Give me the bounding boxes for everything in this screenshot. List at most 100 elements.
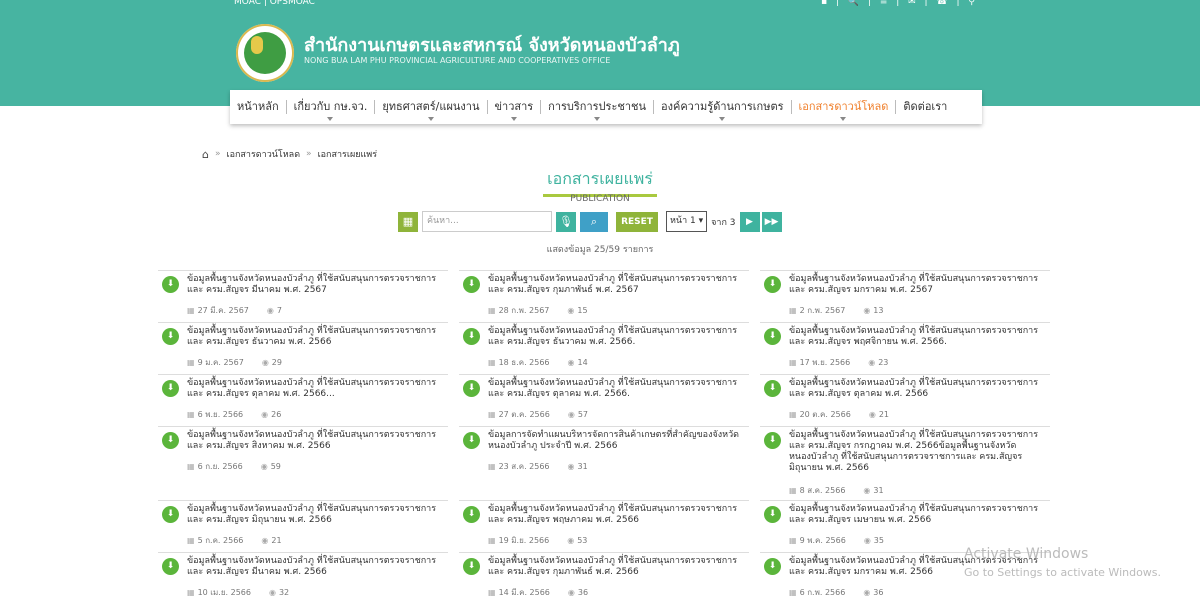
document-date: 14 มี.ค. 2566 [498,588,550,597]
page-title: เอกสารเผยแพร่ [543,167,657,197]
download-icon[interactable]: ⬇ [463,276,480,293]
document-title[interactable]: ข้อมูลพื้นฐานจังหวัดหนองบัวลำภู ที่ใช้สน… [187,504,439,526]
nav-item-label: ข่าวสาร [494,100,534,113]
nav-item[interactable]: ยุทธศาสตร์/แผนงาน [375,100,488,121]
result-count: แสดงข้อมูล 25/59 รายการ [546,245,654,255]
calendar-icon[interactable]: ▦ [398,211,418,232]
document-item[interactable]: ⬇ ข้อมูลพื้นฐานจังหวัดหนองบัวลำภู ที่ใช้ส… [459,552,749,602]
document-title[interactable]: ข้อมูลพื้นฐานจังหวัดหนองบัวลำภู ที่ใช้สน… [789,504,1041,526]
nav-item-label: ยุทธศาสตร์/แผนงาน [382,100,480,113]
document-title[interactable]: ข้อมูลการจัดทำแผนบริหารจัดการสินค้าเกษตร… [488,430,740,452]
nav-item[interactable]: ข่าวสาร [488,100,542,121]
download-icon[interactable]: ⬇ [764,380,781,397]
download-icon[interactable]: ⬇ [162,276,179,293]
next-page-button[interactable]: ▶ [739,211,760,232]
document-title[interactable]: ข้อมูลพื้นฐานจังหวัดหนองบัวลำภู ที่ใช้สน… [187,378,439,400]
home-icon[interactable]: ⌂ [202,148,209,161]
document-item[interactable]: ⬇ ข้อมูลพื้นฐานจังหวัดหนองบัวลำภู ที่ใช้ส… [760,322,1050,372]
page-select[interactable]: หน้า 1 ▾ [666,211,708,232]
nav-item[interactable]: ติดต่อเรา [896,100,954,114]
download-icon[interactable]: ⬇ [463,380,480,397]
document-title[interactable]: ข้อมูลพื้นฐานจังหวัดหนองบัวลำภู ที่ใช้สน… [488,556,740,578]
document-item[interactable]: ⬇ ข้อมูลพื้นฐานจังหวัดหนองบัวลำภู ที่ใช้ส… [158,552,448,602]
nav-item-label: ติดต่อเรา [903,100,948,113]
download-icon[interactable]: ⬇ [764,276,781,293]
top-links[interactable]: MOAC | OPSMOAC [234,0,315,7]
document-item[interactable]: ⬇ ข้อมูลพื้นฐานจังหวัดหนองบัวลำภู ที่ใช้ส… [459,322,749,372]
page-select-value: หน้า 1 [670,216,696,226]
download-icon[interactable]: ⬇ [463,558,480,575]
breadcrumb: ⌂ » เอกสารดาวน์โหลด » เอกสารเผยแพร่ [202,147,377,161]
download-icon[interactable]: ⬇ [764,558,781,575]
document-title[interactable]: ข้อมูลพื้นฐานจังหวัดหนองบัวลำภู ที่ใช้สน… [789,274,1041,296]
document-title[interactable]: ข้อมูลพื้นฐานจังหวัดหนองบัวลำภู ที่ใช้สน… [187,274,439,296]
download-icon[interactable]: ⬇ [764,506,781,523]
view-count: 23 [878,358,889,367]
activation-watermark-text: Go to Settings to activate Windows. [964,566,1162,579]
last-page-button[interactable]: ▶▶ [761,211,782,232]
document-item[interactable]: ⬇ ข้อมูลการจัดทำแผนบริหารจัดการสินค้าเกษต… [459,426,749,498]
download-icon[interactable]: ⬇ [162,380,179,397]
search-button[interactable]: ⌕ [580,211,608,232]
eye-icon: ◉ [567,410,575,419]
document-title[interactable]: ข้อมูลพื้นฐานจังหวัดหนองบัวลำภู ที่ใช้สน… [187,326,439,348]
document-date: 20 ต.ค. 2566 [799,410,851,419]
nav-item-label: หน้าหลัก [237,100,279,113]
document-title[interactable]: ข้อมูลพื้นฐานจังหวัดหนองบัวลำภู ที่ใช้สน… [488,504,740,526]
nav-item[interactable]: เอกสารดาวน์โหลด [792,100,897,121]
document-item[interactable]: ⬇ ข้อมูลพื้นฐานจังหวัดหนองบัวลำภู ที่ใช้ส… [158,270,448,320]
calendar-icon: ▦ [488,588,496,597]
download-icon[interactable]: ⬇ [162,506,179,523]
download-icon[interactable]: ⬇ [162,328,179,345]
download-icon[interactable]: ⬇ [764,432,781,449]
document-meta: ▦ 5 ก.ค. 2566 ◉ 21 [187,534,282,547]
document-title[interactable]: ข้อมูลพื้นฐานจังหวัดหนองบัวลำภู ที่ใช้สน… [488,274,740,296]
nav-item[interactable]: หน้าหลัก [230,100,287,114]
download-icon[interactable]: ⬇ [463,432,480,449]
calendar-icon: ▦ [789,536,797,545]
eye-icon: ◉ [567,358,575,367]
document-item[interactable]: ⬇ ข้อมูลพื้นฐานจังหวัดหนองบัวลำภู ที่ใช้ส… [459,500,749,550]
document-item[interactable]: ⬇ ข้อมูลพื้นฐานจังหวัดหนองบัวลำภู ที่ใช้ส… [760,374,1050,424]
document-item[interactable]: ⬇ ข้อมูลพื้นฐานจังหวัดหนองบัวลำภู ที่ใช้ส… [760,426,1050,498]
eye-icon: ◉ [863,306,871,315]
view-count: 31 [577,462,588,471]
document-title[interactable]: ข้อมูลพื้นฐานจังหวัดหนองบัวลำภู ที่ใช้สน… [488,378,740,400]
chevron-down-icon [327,117,334,121]
document-item[interactable]: ⬇ ข้อมูลพื้นฐานจังหวัดหนองบัวลำภู ที่ใช้ส… [158,500,448,550]
document-item[interactable]: ⬇ ข้อมูลพื้นฐานจังหวัดหนองบัวลำภู ที่ใช้ส… [760,270,1050,320]
nav-item[interactable]: องค์ความรู้ด้านการเกษตร [654,100,792,121]
document-date: 10 เม.ย. 2566 [197,588,251,597]
download-icon[interactable]: ⬇ [764,328,781,345]
document-title[interactable]: ข้อมูลพื้นฐานจังหวัดหนองบัวลำภู ที่ใช้สน… [187,430,439,452]
view-count: 15 [577,306,588,315]
breadcrumb-item-downloads[interactable]: เอกสารดาวน์โหลด [227,147,301,161]
document-title[interactable]: ข้อมูลพื้นฐานจังหวัดหนองบัวลำภู ที่ใช้สน… [488,326,740,348]
document-item[interactable]: ⬇ ข้อมูลพื้นฐานจังหวัดหนองบัวลำภู ที่ใช้ส… [158,426,448,498]
breadcrumb-separator: » [306,149,312,159]
document-title[interactable]: ข้อมูลพื้นฐานจังหวัดหนองบัวลำภู ที่ใช้สน… [789,326,1041,348]
document-item[interactable]: ⬇ ข้อมูลพื้นฐานจังหวัดหนองบัวลำภู ที่ใช้ส… [459,270,749,320]
document-date: 9 ม.ค. 2567 [197,358,244,367]
download-icon[interactable]: ⬇ [162,558,179,575]
top-icons[interactable]: ▪ | 🔍 | ≡ | ✉ | ☎ | ⚲ [821,0,978,7]
microphone-icon[interactable]: 🎙 [556,211,576,232]
search-input[interactable]: ค้นหา... [422,211,552,232]
document-item[interactable]: ⬇ ข้อมูลพื้นฐานจังหวัดหนองบัวลำภู ที่ใช้ส… [158,374,448,424]
document-meta: ▦ 6 พ.ย. 2566 ◉ 26 [187,408,281,421]
document-meta: ▦ 6 ก.ย. 2566 ◉ 59 [187,460,281,473]
document-item[interactable]: ⬇ ข้อมูลพื้นฐานจังหวัดหนองบัวลำภู ที่ใช้ส… [760,500,1050,550]
nav-item[interactable]: เกี่ยวกับ กษ.จว. [287,100,376,121]
download-icon[interactable]: ⬇ [463,506,480,523]
reset-button[interactable]: RESET [616,211,658,232]
document-item[interactable]: ⬇ ข้อมูลพื้นฐานจังหวัดหนองบัวลำภู ที่ใช้ส… [158,322,448,372]
document-title[interactable]: ข้อมูลพื้นฐานจังหวัดหนองบัวลำภู ที่ใช้สน… [789,430,1041,474]
org-logo[interactable] [236,24,294,82]
document-item[interactable]: ⬇ ข้อมูลพื้นฐานจังหวัดหนองบัวลำภู ที่ใช้ส… [459,374,749,424]
nav-item[interactable]: การบริการประชาชน [541,100,654,121]
download-icon[interactable]: ⬇ [162,432,179,449]
document-title[interactable]: ข้อมูลพื้นฐานจังหวัดหนองบัวลำภู ที่ใช้สน… [789,378,1041,400]
document-title[interactable]: ข้อมูลพื้นฐานจังหวัดหนองบัวลำภู ที่ใช้สน… [187,556,439,578]
nav-item-label: เอกสารดาวน์โหลด [798,100,889,113]
download-icon[interactable]: ⬇ [463,328,480,345]
